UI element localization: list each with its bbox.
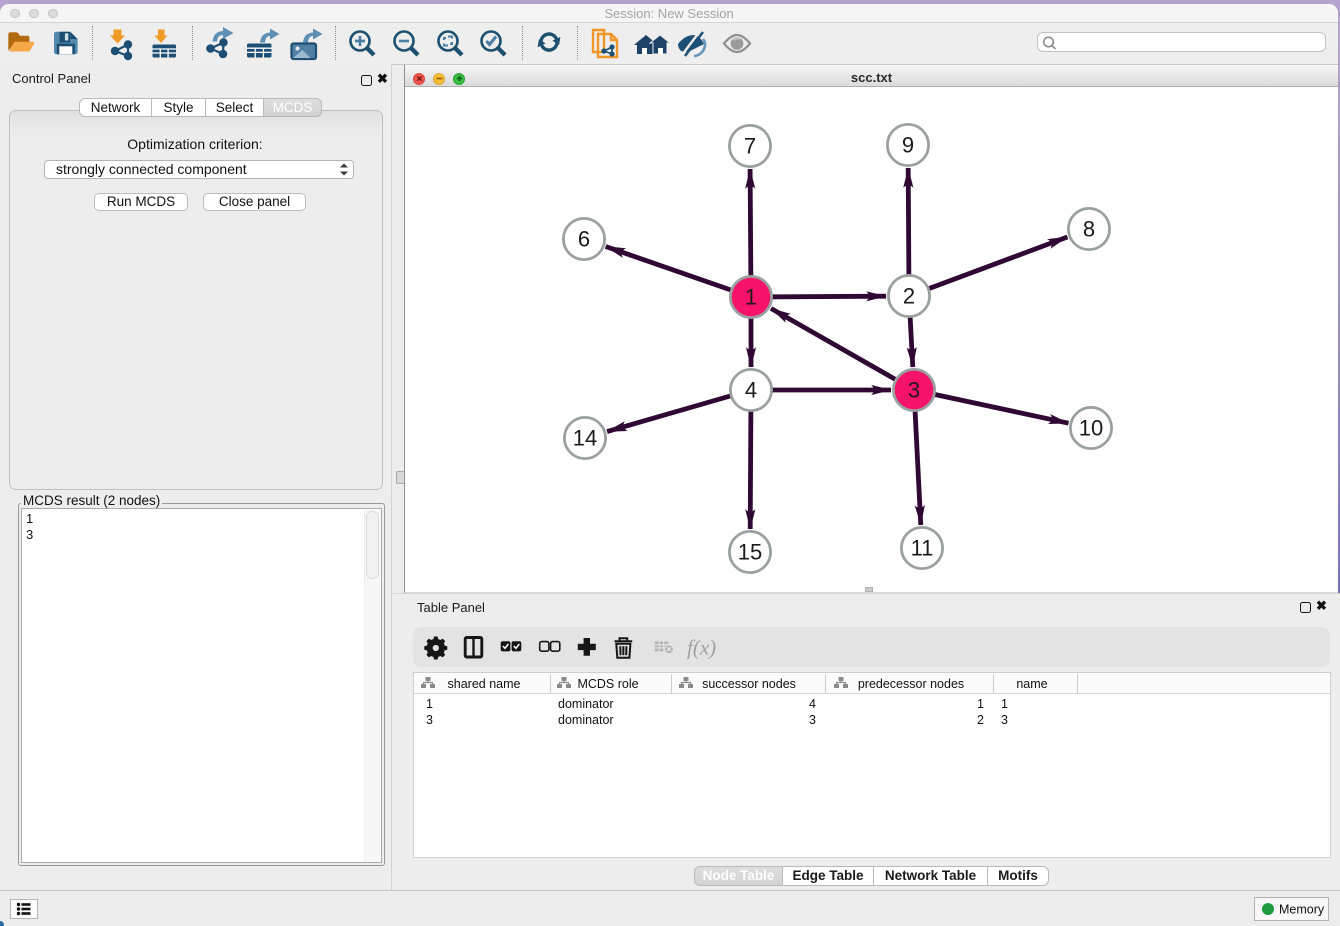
svg-text:15: 15 — [738, 540, 762, 565]
svg-text:2: 2 — [903, 284, 915, 309]
svg-text:6: 6 — [578, 227, 590, 252]
svg-text:9: 9 — [902, 133, 914, 158]
svg-text:7: 7 — [744, 134, 756, 159]
svg-text:1: 1 — [745, 285, 757, 310]
svg-text:8: 8 — [1083, 217, 1095, 242]
svg-text:Memory: Memory — [1279, 903, 1325, 917]
svg-text:11: 11 — [911, 536, 934, 561]
svg-text:4: 4 — [745, 378, 757, 403]
svg-text:3: 3 — [908, 378, 920, 403]
svg-text:14: 14 — [573, 426, 597, 451]
svg-text:f(x): f(x) — [687, 636, 716, 660]
svg-text:10: 10 — [1079, 416, 1103, 441]
